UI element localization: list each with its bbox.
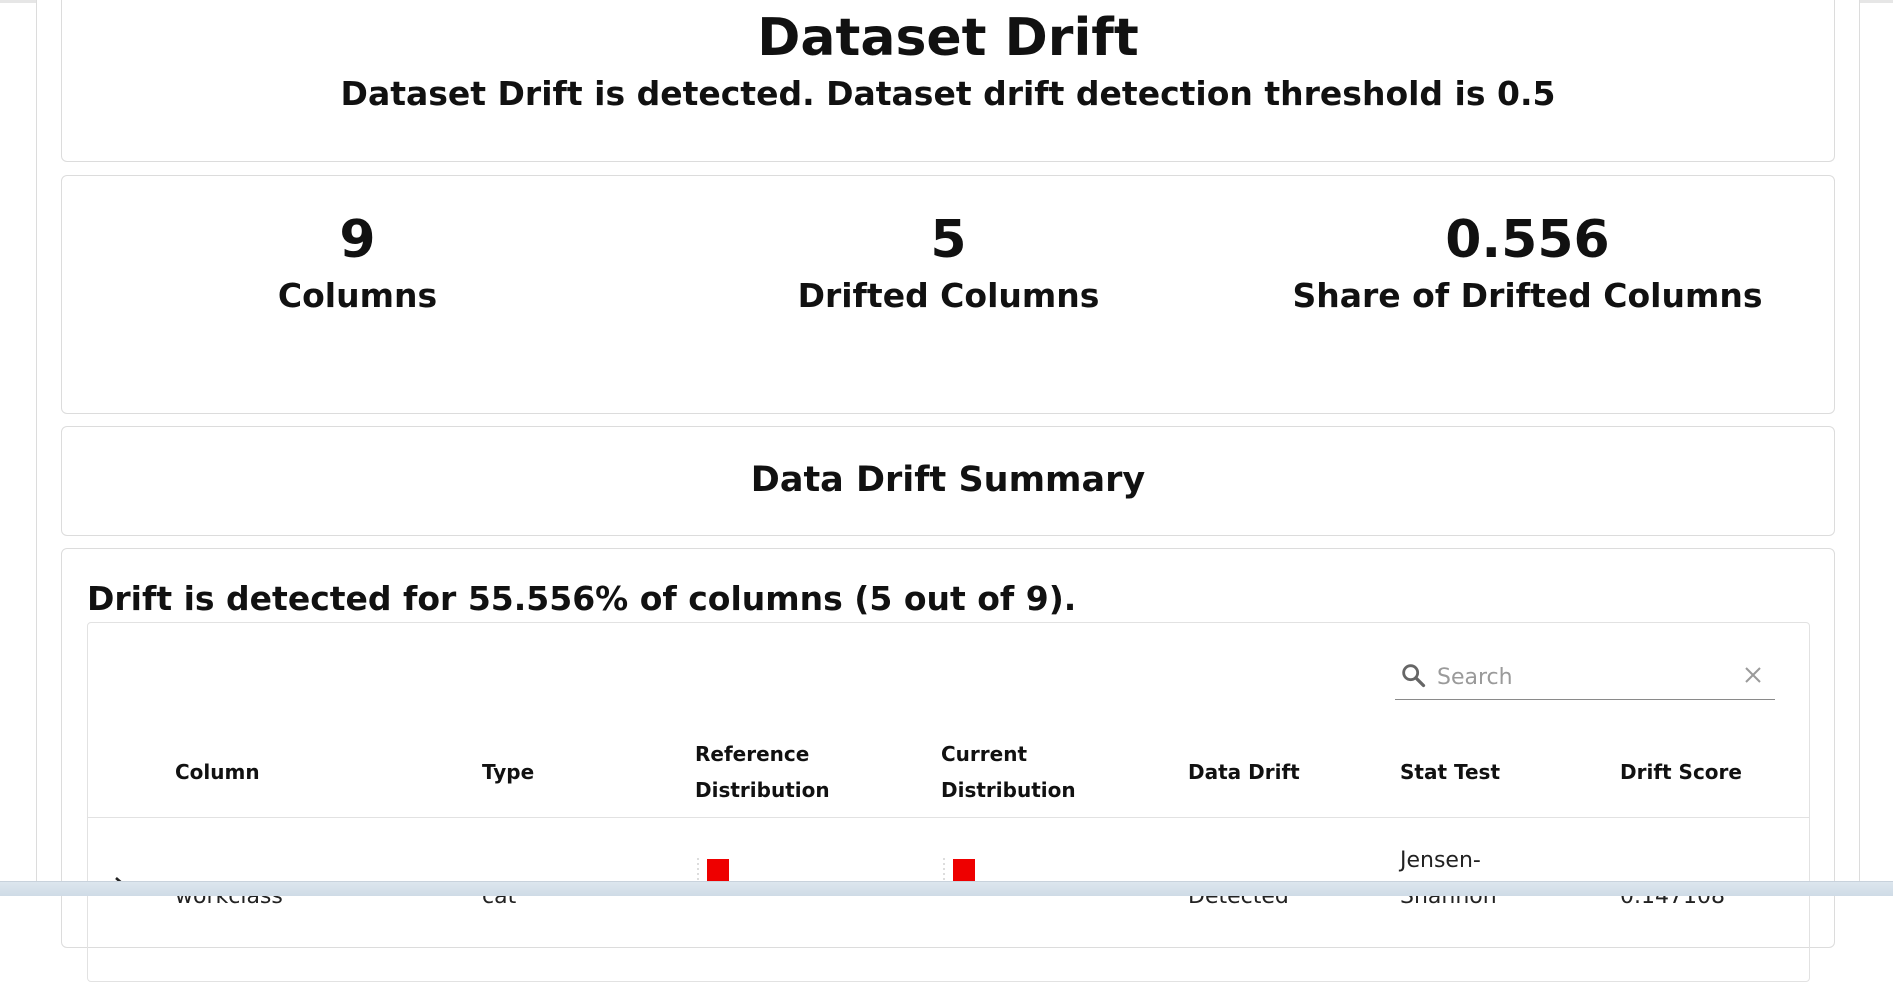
counter-share-drifted: 0.556 Share of Drifted Columns xyxy=(1232,206,1823,318)
data-drift-summary-card: Data Drift Summary xyxy=(61,426,1835,536)
header-line: Current xyxy=(941,742,1028,766)
column-header-current-distribution: Current Distribution xyxy=(941,736,1076,808)
search-box[interactable] xyxy=(1395,653,1775,700)
counter-columns: 9 Columns xyxy=(62,206,653,318)
column-header-reference-distribution: Reference Distribution xyxy=(695,736,830,808)
counter-drifted-columns: 5 Drifted Columns xyxy=(653,206,1244,318)
column-header-data-drift[interactable]: Data Drift xyxy=(1188,754,1300,790)
column-header-type[interactable]: Type xyxy=(482,754,534,790)
drift-status-subtitle: Dataset Drift is detected. Dataset drift… xyxy=(340,74,1556,113)
column-header-stat-test[interactable]: Stat Test xyxy=(1400,754,1500,790)
table-row[interactable]: workclass cat Detected Jensen- Shannon 0… xyxy=(88,817,1809,937)
counters-card: 9 Columns 5 Drifted Columns 0.556 Share … xyxy=(61,175,1835,414)
drift-table: Column Type Reference Distribution Curre… xyxy=(87,622,1810,982)
counter-label: Columns xyxy=(277,276,438,315)
header-line: Distribution xyxy=(695,778,830,802)
cell-stat-test: Jensen- Shannon xyxy=(1400,843,1497,915)
dataset-drift-header-card: Dataset Drift Dataset Drift is detected.… xyxy=(61,0,1835,162)
stat-test-line: Jensen- xyxy=(1400,848,1481,873)
column-header-column[interactable]: Column xyxy=(175,754,260,790)
column-header-drift-score[interactable]: Drift Score xyxy=(1620,754,1742,790)
counter-label: Drifted Columns xyxy=(797,276,1100,315)
os-taskbar xyxy=(0,881,1893,896)
counter-label: Share of Drifted Columns xyxy=(1292,276,1763,315)
section-title: Data Drift Summary xyxy=(750,460,1146,500)
search-icon xyxy=(1402,664,1426,688)
counter-value: 5 xyxy=(930,210,967,270)
header-line: Reference xyxy=(695,742,810,766)
counter-value: 0.556 xyxy=(1445,210,1610,270)
close-icon[interactable] xyxy=(1741,663,1765,687)
counter-value: 9 xyxy=(339,210,376,270)
drift-detected-message: Drift is detected for 55.556% of columns… xyxy=(87,579,1077,618)
header-line: Distribution xyxy=(941,778,1076,802)
table-header: Column Type Reference Distribution Curre… xyxy=(88,727,1809,818)
page-title: Dataset Drift xyxy=(757,8,1139,68)
search-input[interactable] xyxy=(1435,659,1729,695)
